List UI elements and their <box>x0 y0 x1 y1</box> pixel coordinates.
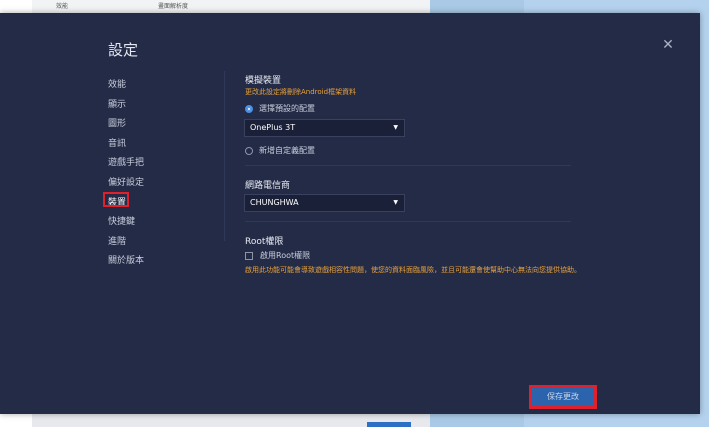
sidebar-item-gamepad[interactable]: 遊戲手把 <box>108 155 144 168</box>
radio-custom-config[interactable]: 新增自定義配置 <box>245 145 315 156</box>
chevron-down-icon: ▼ <box>393 199 398 206</box>
dialog-title: 設定 <box>108 41 139 59</box>
device-warning-text: 更改此設定將刪除Android框架資料 <box>245 88 357 96</box>
device-preset-value: OnePlus 3T <box>250 123 296 132</box>
background-top-strip: 效能 畫面解析度 <box>32 0 430 13</box>
sidebar-item-performance[interactable]: 效能 <box>108 77 126 90</box>
carrier-section-title: 網路電信商 <box>245 181 291 191</box>
radio-unselected-icon <box>245 146 253 155</box>
chevron-down-icon: ▼ <box>393 124 398 131</box>
background-strip-left-label: 效能 <box>56 3 69 10</box>
root-checkbox[interactable]: 啟用Root權限 <box>245 250 310 261</box>
sidebar-item-shortcuts[interactable]: 快捷鍵 <box>108 214 135 227</box>
checkbox-icon <box>245 251 253 260</box>
carrier-value: CHUNGHWA <box>250 198 299 207</box>
sidebar-item-advanced[interactable]: 進階 <box>108 234 126 247</box>
section-divider <box>245 221 571 222</box>
sidebar-item-audio[interactable]: 音訊 <box>108 136 126 149</box>
background-strip-right-label: 畫面解析度 <box>158 3 189 10</box>
close-icon[interactable]: ✕ <box>660 37 676 53</box>
sidebar-item-preferences[interactable]: 偏好設定 <box>108 175 144 188</box>
sidebar-item-graphics[interactable]: 圖形 <box>108 116 126 129</box>
settings-dialog: 設定 ✕ 效能 顯示 圖形 音訊 遊戲手把 偏好設定 裝置 快捷鍵 進階 關於版… <box>0 13 700 414</box>
sidebar-item-display[interactable]: 顯示 <box>108 97 126 110</box>
radio-preset-label: 選擇預設的配置 <box>259 104 315 113</box>
root-warning-text: 啟用此功能可能會導致遊戲相容性問題，使您的資料面臨風險，並且可能還會使幫助中心無… <box>245 266 581 274</box>
device-section-title: 模擬裝置 <box>245 76 282 86</box>
root-checkbox-label: 啟用Root權限 <box>260 251 311 260</box>
sidebar-item-device[interactable]: 裝置 <box>102 192 130 208</box>
save-changes-button[interactable]: 保存更改 <box>529 385 597 409</box>
section-divider <box>245 165 571 166</box>
root-section-title: Root權限 <box>245 237 284 247</box>
radio-custom-label: 新增自定義配置 <box>259 146 315 155</box>
sidebar-item-about[interactable]: 關於版本 <box>108 253 144 266</box>
radio-preset-config[interactable]: 選擇預設的配置 <box>245 103 315 114</box>
background-bottom-button <box>367 422 411 427</box>
device-preset-dropdown[interactable]: OnePlus 3T ▼ <box>244 119 405 137</box>
sidebar-divider <box>224 71 225 241</box>
carrier-dropdown[interactable]: CHUNGHWA ▼ <box>244 194 405 212</box>
radio-selected-icon <box>245 104 253 113</box>
